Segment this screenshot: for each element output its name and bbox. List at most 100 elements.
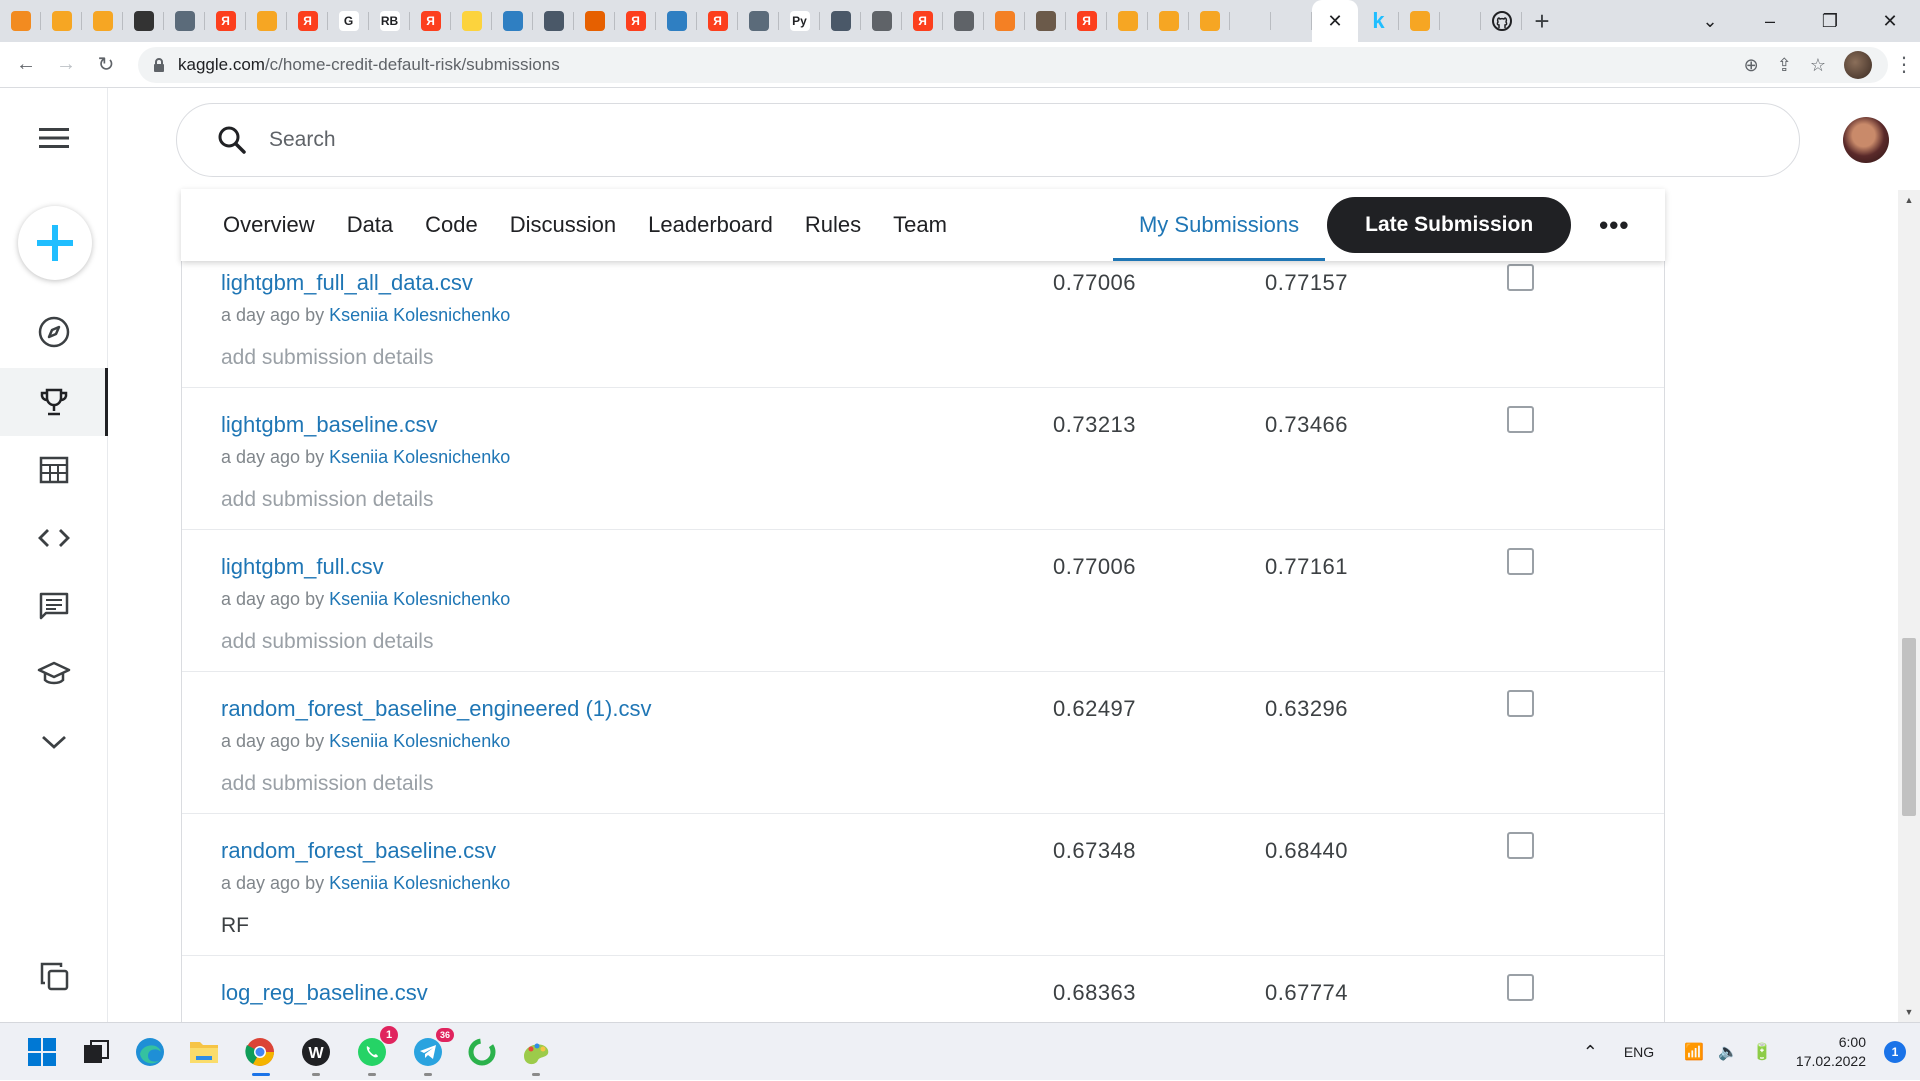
submitter-link[interactable]: Kseniia Kolesnichenko bbox=[329, 589, 510, 609]
browser-tab[interactable] bbox=[41, 0, 82, 42]
language-indicator[interactable]: ENG bbox=[1624, 1044, 1654, 1060]
add-details-link[interactable]: add submission details bbox=[221, 630, 433, 654]
wolfram-icon[interactable]: W bbox=[298, 1034, 334, 1070]
chrome-icon[interactable] bbox=[242, 1034, 278, 1070]
compass-icon[interactable] bbox=[0, 298, 108, 366]
page-scrollbar[interactable]: ▲ ▼ bbox=[1898, 190, 1920, 1022]
telegram-icon[interactable]: 36 bbox=[410, 1028, 454, 1070]
tab-code[interactable]: Code bbox=[409, 189, 494, 261]
create-button[interactable] bbox=[18, 206, 92, 280]
profile-avatar[interactable] bbox=[1844, 51, 1872, 79]
browser-tab[interactable] bbox=[1440, 0, 1481, 42]
chevron-down-icon[interactable] bbox=[0, 708, 108, 776]
search-input[interactable] bbox=[269, 128, 1669, 152]
submission-file-link[interactable]: lightgbm_baseline.csv bbox=[221, 412, 437, 438]
add-details-link[interactable]: add submission details bbox=[221, 772, 433, 796]
scroll-up-icon[interactable]: ▲ bbox=[1898, 190, 1920, 210]
browser-tab[interactable] bbox=[1189, 0, 1230, 42]
notification-badge[interactable]: 1 bbox=[1884, 1041, 1906, 1063]
zoom-icon[interactable]: ⊕ bbox=[1744, 55, 1759, 76]
add-details-link[interactable]: add submission details bbox=[221, 346, 433, 370]
more-options-icon[interactable]: ••• bbox=[1599, 210, 1629, 241]
add-details-link[interactable]: add submission details bbox=[221, 488, 433, 512]
new-tab-button[interactable]: + bbox=[1522, 0, 1562, 42]
browser-tab[interactable] bbox=[123, 0, 164, 42]
select-checkbox[interactable] bbox=[1507, 832, 1534, 859]
submission-file-link[interactable]: lightgbm_full.csv bbox=[221, 554, 384, 580]
learn-icon[interactable] bbox=[0, 640, 108, 708]
browser-tab[interactable]: Я bbox=[615, 0, 656, 42]
browser-tab[interactable] bbox=[1230, 0, 1271, 42]
tab-rules[interactable]: Rules bbox=[789, 189, 877, 261]
browser-tab[interactable] bbox=[861, 0, 902, 42]
trophy-icon[interactable] bbox=[0, 368, 108, 436]
submitter-link[interactable]: Kseniia Kolesnichenko bbox=[329, 731, 510, 751]
browser-tab[interactable] bbox=[984, 0, 1025, 42]
submission-file-link[interactable]: log_reg_baseline.csv bbox=[221, 980, 428, 1006]
scrollbar-thumb[interactable] bbox=[1902, 638, 1916, 816]
browser-tab[interactable]: Я bbox=[1066, 0, 1107, 42]
browser-tab[interactable] bbox=[1107, 0, 1148, 42]
browser-tab[interactable] bbox=[1271, 0, 1312, 42]
browser-tab[interactable] bbox=[164, 0, 205, 42]
close-tab-icon[interactable]: ✕ bbox=[1327, 11, 1342, 32]
user-avatar[interactable] bbox=[1843, 117, 1889, 163]
submitter-link[interactable]: Kseniia Kolesnichenko bbox=[329, 447, 510, 467]
share-icon[interactable]: ⇪ bbox=[1777, 55, 1792, 76]
browser-tab-kaggle[interactable]: k bbox=[1358, 0, 1399, 42]
edge-icon[interactable] bbox=[132, 1034, 168, 1070]
browser-tab-github[interactable] bbox=[1481, 0, 1522, 42]
select-checkbox[interactable] bbox=[1507, 264, 1534, 291]
search-bar[interactable] bbox=[176, 103, 1800, 177]
restore-button[interactable]: ❐ bbox=[1800, 0, 1860, 42]
browser-tab[interactable]: Py bbox=[779, 0, 820, 42]
tab-my-submissions[interactable]: My Submissions bbox=[1112, 189, 1326, 261]
submission-file-link[interactable]: random_forest_baseline.csv bbox=[221, 838, 496, 864]
table-icon[interactable] bbox=[0, 436, 108, 504]
submitter-link[interactable]: Kseniia Kolesnichenko bbox=[329, 873, 510, 893]
forward-button[interactable]: → bbox=[46, 45, 86, 85]
tab-data[interactable]: Data bbox=[331, 189, 409, 261]
browser-tab[interactable] bbox=[533, 0, 574, 42]
browser-tab[interactable]: Я bbox=[287, 0, 328, 42]
browser-tab[interactable] bbox=[820, 0, 861, 42]
tab-leaderboard[interactable]: Leaderboard bbox=[632, 189, 789, 261]
reload-button[interactable]: ↻ bbox=[86, 45, 126, 85]
browser-tab[interactable] bbox=[574, 0, 615, 42]
browser-tab[interactable] bbox=[451, 0, 492, 42]
browser-tab[interactable] bbox=[656, 0, 697, 42]
bookmark-star-icon[interactable]: ☆ bbox=[1810, 55, 1826, 76]
browser-tab-active[interactable]: ✕ bbox=[1312, 0, 1358, 42]
url-field[interactable]: kaggle.com/c/home-credit-default-risk/su… bbox=[138, 47, 1888, 83]
browser-tab[interactable]: Я bbox=[410, 0, 451, 42]
tab-overview[interactable]: Overview bbox=[181, 189, 331, 261]
tray-overflow-icon[interactable]: ⌃ bbox=[1583, 1042, 1598, 1063]
select-checkbox[interactable] bbox=[1507, 548, 1534, 575]
discussion-icon[interactable] bbox=[0, 572, 108, 640]
clock[interactable]: 6:00 17.02.2022 bbox=[1796, 1033, 1866, 1071]
select-checkbox[interactable] bbox=[1507, 406, 1534, 433]
back-button[interactable]: ← bbox=[6, 45, 46, 85]
scroll-down-icon[interactable]: ▼ bbox=[1898, 1002, 1920, 1022]
paint-icon[interactable] bbox=[518, 1034, 554, 1070]
close-window-button[interactable]: ✕ bbox=[1860, 0, 1920, 42]
select-checkbox[interactable] bbox=[1507, 974, 1534, 1001]
submission-file-link[interactable]: lightgbm_full_all_data.csv bbox=[221, 270, 473, 296]
file-explorer-icon[interactable] bbox=[186, 1034, 222, 1070]
windows-start-icon[interactable] bbox=[24, 1034, 60, 1070]
browser-tab[interactable] bbox=[0, 0, 41, 42]
submitter-link[interactable]: Kseniia Kolesnichenko bbox=[329, 305, 510, 325]
minimize-button[interactable]: – bbox=[1740, 0, 1800, 42]
select-checkbox[interactable] bbox=[1507, 690, 1534, 717]
tab-discussion[interactable]: Discussion bbox=[494, 189, 632, 261]
browser-tab[interactable] bbox=[1399, 0, 1440, 42]
browser-tab[interactable] bbox=[246, 0, 287, 42]
late-submission-button[interactable]: Late Submission bbox=[1327, 197, 1572, 253]
hamburger-menu-icon[interactable] bbox=[0, 104, 108, 172]
browser-tab[interactable] bbox=[1148, 0, 1189, 42]
tab-team[interactable]: Team bbox=[877, 189, 963, 261]
browser-tab[interactable] bbox=[943, 0, 984, 42]
your-work-icon[interactable] bbox=[0, 942, 108, 1010]
browser-menu-icon[interactable]: ⋮ bbox=[1894, 52, 1914, 77]
task-view-icon[interactable] bbox=[78, 1034, 114, 1070]
